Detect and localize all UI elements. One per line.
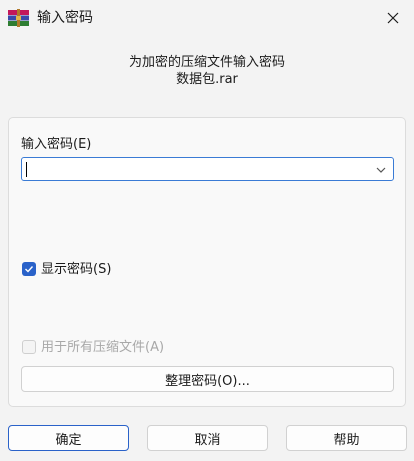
cancel-button[interactable]: 取消 [147,425,268,451]
use-for-all-archives-checkbox[interactable] [22,340,36,354]
show-password-checkbox[interactable] [22,262,36,276]
show-password-label[interactable]: 显示密码(S) [41,261,111,278]
winrar-books-icon [8,9,29,27]
title-bar: 输入密码 [0,0,414,37]
password-combobox[interactable] [21,157,394,181]
help-button[interactable]: 帮助 [286,425,407,451]
window-title: 输入密码 [37,10,93,26]
ok-button[interactable]: 确定 [8,425,129,451]
checkmark-icon [25,266,34,273]
archive-name: 数据包.rar [176,72,238,87]
organize-passwords-button[interactable]: 整理密码(O)... [21,366,394,392]
close-icon [387,12,399,24]
use-for-all-archives-label: 用于所有压缩文件(A) [41,340,165,355]
password-label: 输入密码(E) [21,137,92,152]
chevron-down-icon[interactable] [375,164,387,176]
text-caret [26,162,27,177]
prompt-message: 为加密的压缩文件输入密码 [128,55,285,70]
close-button[interactable] [378,6,408,30]
